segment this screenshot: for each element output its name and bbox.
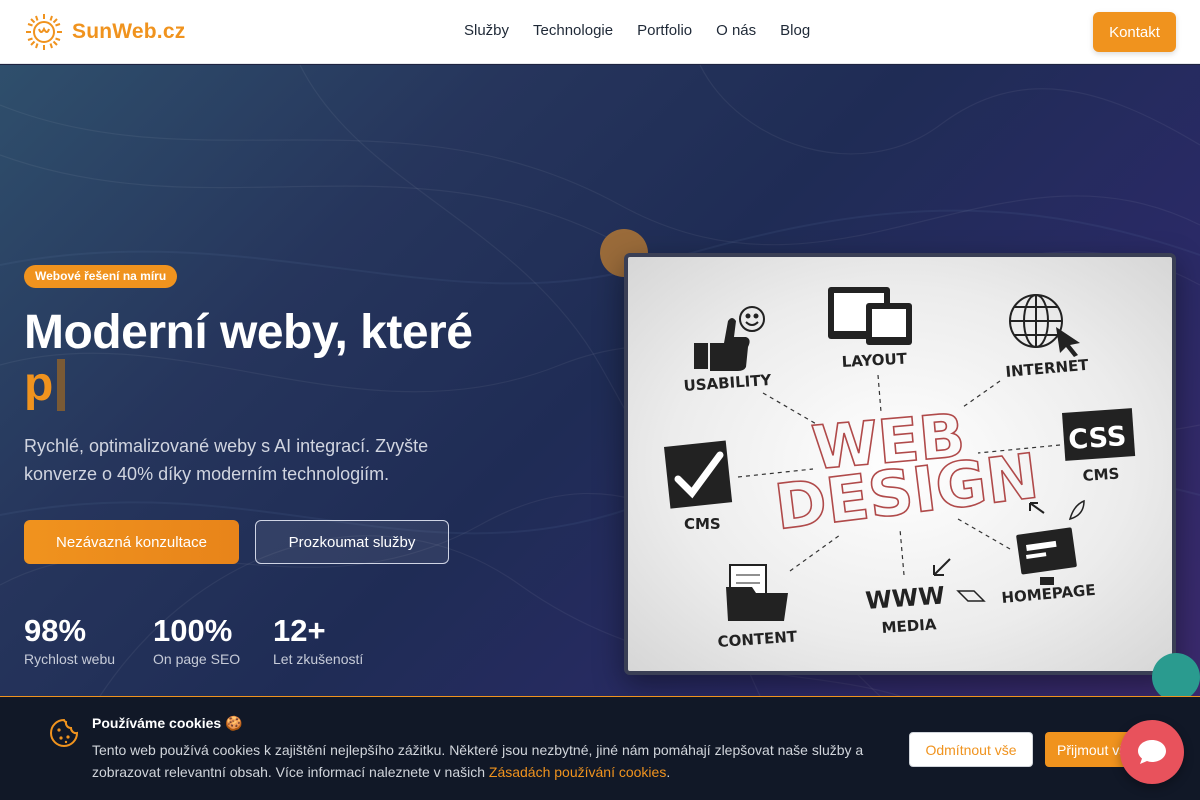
css-badge: CSS: [1062, 408, 1136, 461]
nav-item-sluzby[interactable]: Služby: [464, 22, 509, 39]
explore-services-button[interactable]: Prozkoumat služby: [255, 520, 449, 564]
monitor-icon: [1016, 527, 1077, 585]
label-design: DESIGN: [771, 439, 1042, 544]
nav-item-blog[interactable]: Blog: [780, 22, 810, 39]
label-css: CSS: [1067, 421, 1127, 456]
stat-label: On page SEO: [153, 651, 241, 667]
chat-bubble-icon: [1138, 740, 1166, 764]
cookie-text-body: Tento web používá cookies k zajištění ne…: [92, 742, 864, 780]
cookie-policy-link[interactable]: Zásadách používání cookies: [489, 764, 666, 780]
label-cms-left: CMS: [684, 515, 721, 533]
hero-section: Webové řešení na míru Moderní weby, kter…: [0, 65, 1200, 696]
nav-item-technologie[interactable]: Technologie: [533, 22, 613, 39]
stat-seo: 100% On page SEO: [153, 613, 240, 667]
label-internet: INTERNET: [1005, 356, 1090, 381]
hero-subtitle: Rychlé, optimalizované weby s AI integra…: [24, 436, 429, 484]
stat-experience: 12+ Let zkušeností: [273, 613, 363, 667]
cookie-banner: Používáme cookies 🍪 Tento web používá co…: [0, 696, 1200, 800]
label-usability: USABILITY: [683, 371, 773, 395]
contact-button[interactable]: Kontakt: [1093, 12, 1176, 52]
arrow-icon: [933, 558, 951, 576]
chat-button[interactable]: [1120, 720, 1184, 784]
decline-cookies-button[interactable]: Odmítnout vše: [909, 732, 1033, 767]
stat-label: Rychlost webu: [24, 651, 116, 667]
leaf-icon: [1068, 499, 1085, 521]
checkbox-icon: [664, 440, 733, 509]
consultation-button[interactable]: Nezávazná konzultace: [24, 520, 239, 564]
decorative-circle: [1152, 653, 1200, 696]
label-www: WWW: [864, 582, 945, 615]
stat-label: Let zkušeností: [273, 651, 364, 667]
main-nav: Služby Technologie Portfolio O nás Blog: [464, 22, 810, 39]
typing-cursor: [57, 359, 66, 411]
cookie-icon: [50, 718, 79, 747]
stat-value: 12+: [273, 613, 326, 648]
smiley-icon: [739, 306, 765, 332]
cursor-arrow-icon: [1056, 327, 1080, 357]
nav-item-portfolio[interactable]: Portfolio: [637, 22, 692, 39]
pencil-icon: [956, 590, 986, 602]
stat-value: 98%: [24, 613, 87, 648]
layout-devices-icon: [828, 287, 912, 345]
web-design-illustration: USABILITY LAYOUT INTERNET WEB DESIGN CSS…: [624, 253, 1176, 675]
cookie-text-end: .: [666, 764, 671, 780]
web-design-title: WEB DESIGN: [770, 400, 1043, 545]
label-layout: LAYOUT: [841, 350, 908, 371]
label-homepage: HOMEPAGE: [1001, 581, 1096, 607]
cookie-title: Používáme cookies 🍪: [92, 715, 243, 731]
site-header: SunWeb.cz Služby Technologie Portfolio O…: [0, 0, 1200, 64]
stat-value: 100%: [153, 613, 233, 648]
label-content: CONTENT: [717, 627, 798, 651]
cookie-text: Tento web používá cookies k zajištění ne…: [92, 739, 872, 783]
typed-text: p: [24, 358, 66, 411]
label-media: MEDIA: [881, 615, 937, 637]
sun-logo-icon: [26, 14, 62, 50]
typed-text-value: p: [24, 358, 54, 411]
globe-icon: [1009, 294, 1063, 348]
stat-speed: 98% Rychlost webu: [24, 613, 115, 667]
hero-badge: Webové řešení na míru: [24, 265, 178, 288]
hero-headline: Moderní weby, které: [24, 306, 473, 359]
logo-text: SunWeb.cz: [72, 20, 186, 43]
label-cms-right: CMS: [1082, 464, 1120, 485]
nav-item-o-nas[interactable]: O nás: [716, 22, 756, 39]
logo[interactable]: SunWeb.cz: [24, 12, 185, 52]
web-design-diagram: USABILITY LAYOUT INTERNET WEB DESIGN CSS…: [664, 287, 1136, 651]
folder-icon: [726, 564, 788, 621]
